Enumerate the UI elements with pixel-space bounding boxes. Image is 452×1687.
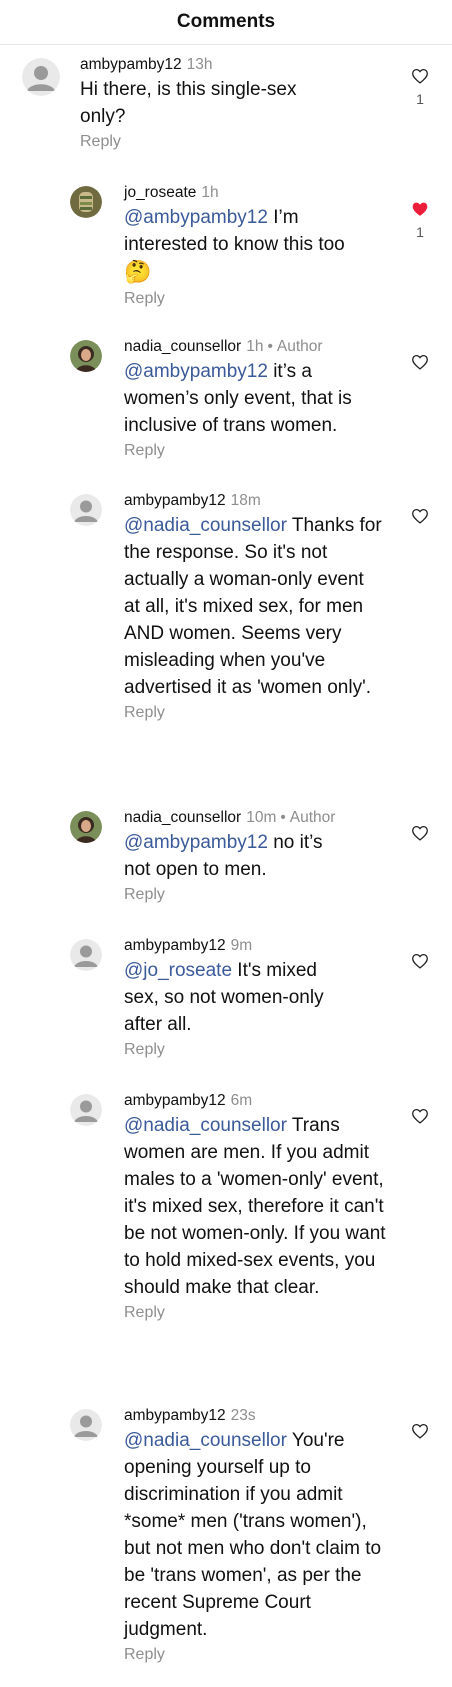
like-button[interactable] [410, 508, 430, 524]
comment-text: Hi there, is this single-sex only? [80, 76, 330, 130]
author-badge: Author [276, 338, 323, 355]
comment-item: jo_roseate 1h @ambypamby12 I’m interested… [0, 180, 452, 320]
author-avatar[interactable] [70, 340, 102, 372]
thinking-face-emoji: 🤔 [124, 259, 152, 284]
like-button[interactable] [410, 1423, 430, 1439]
meta-separator: • [280, 809, 286, 826]
meta-separator: • [267, 338, 273, 355]
author-badge: Author [289, 809, 336, 826]
like-button[interactable] [410, 354, 430, 370]
comment-body: Trans women are men. If you admit males … [124, 1115, 386, 1298]
comment-text: @nadia_counsellor Trans women are men. I… [124, 1112, 389, 1301]
comment-username[interactable]: nadia_counsellor [124, 338, 241, 355]
reply-button[interactable]: Reply [124, 287, 396, 311]
reply-button[interactable]: Reply [124, 701, 396, 725]
comments-header: Comments [0, 0, 452, 45]
mention-link[interactable]: @nadia_counsellor [124, 515, 287, 536]
comment-body: Hi there, is this single-sex only? [80, 79, 297, 127]
comment-text: @jo_roseate It's mixed sex, so not women… [124, 957, 354, 1038]
comment-item: ambypamby12 6m @nadia_counsellor Trans wo… [0, 1090, 452, 1390]
comment-time: 9m [230, 937, 253, 954]
reply-button[interactable]: Reply [124, 1301, 396, 1325]
reply-button[interactable]: Reply [124, 1038, 396, 1062]
comment-body: You're opening yourself up to discrimina… [124, 1430, 382, 1640]
heart-outline-icon [412, 825, 428, 841]
heart-outline-icon [412, 68, 428, 84]
like-button[interactable] [410, 953, 430, 969]
comment-time: 10m [246, 809, 277, 826]
like-button[interactable]: 1 [410, 68, 430, 107]
comment-username[interactable]: ambypamby12 [80, 56, 182, 73]
page-title: Comments [176, 11, 276, 32]
default-avatar-icon[interactable] [70, 1094, 102, 1126]
comment-text: @ambypamby12 no it’s not open to men. [124, 829, 354, 883]
like-count: 1 [416, 91, 424, 107]
like-count: 1 [416, 224, 424, 240]
default-avatar-icon[interactable] [70, 939, 102, 971]
comment-time: 18m [230, 492, 261, 509]
heart-outline-icon [412, 953, 428, 969]
comment-time: 1h [201, 184, 219, 201]
comment-time: 1h [246, 338, 264, 355]
author-avatar[interactable] [70, 811, 102, 843]
mention-link[interactable]: @ambypamby12 [124, 361, 268, 382]
heart-outline-icon [412, 354, 428, 370]
comment-username[interactable]: ambypamby12 [124, 492, 226, 509]
comment-time: 13h [186, 56, 213, 73]
comment-text: @ambypamby12 it’s a women’s only event, … [124, 358, 384, 439]
like-button[interactable] [410, 825, 430, 841]
default-avatar-icon[interactable] [22, 58, 60, 96]
like-button[interactable] [410, 1108, 430, 1124]
reply-button[interactable]: Reply [124, 883, 396, 907]
heart-outline-icon [412, 508, 428, 524]
reply-button[interactable]: Reply [124, 1643, 396, 1667]
reply-button[interactable]: Reply [80, 130, 396, 154]
comment-username[interactable]: ambypamby12 [124, 937, 226, 954]
comment-item: ambypamby12 13h Hi there, is this single-… [0, 50, 452, 160]
like-button[interactable]: 1 [410, 201, 430, 240]
heart-outline-icon [412, 1423, 428, 1439]
default-avatar-icon[interactable] [70, 1409, 102, 1441]
comment-text: @nadia_counsellor Thanks for the respons… [124, 512, 384, 701]
comment-item: ambypamby12 23s @nadia_counsellor You're … [0, 1405, 452, 1687]
default-avatar-icon[interactable] [70, 494, 102, 526]
comment-username[interactable]: nadia_counsellor [124, 809, 241, 826]
comment-username[interactable]: jo_roseate [124, 184, 196, 201]
comment-time: 6m [230, 1092, 253, 1109]
comment-time: 23s [230, 1407, 256, 1424]
mention-link[interactable]: @ambypamby12 [124, 832, 268, 853]
comment-item: nadia_counsellor 1h • Author @ambypamby12 i… [0, 336, 452, 476]
mention-link[interactable]: @nadia_counsellor [124, 1430, 287, 1451]
mention-link[interactable]: @ambypamby12 [124, 207, 268, 228]
heart-filled-icon [412, 202, 428, 216]
comment-item: ambypamby12 9m @jo_roseate It's mixed sex… [0, 935, 452, 1075]
reply-button[interactable]: Reply [124, 439, 396, 463]
comment-text: @nadia_counsellor You're opening yoursel… [124, 1427, 386, 1643]
comment-username[interactable]: ambypamby12 [124, 1407, 226, 1424]
mention-link[interactable]: @nadia_counsellor [124, 1115, 287, 1136]
avatar[interactable] [70, 186, 102, 218]
comment-text: @ambypamby12 I’m interested to know this… [124, 204, 384, 287]
mention-link[interactable]: @jo_roseate [124, 960, 232, 981]
comment-item: nadia_counsellor 10m • Author @ambypamby12 … [0, 807, 452, 917]
comment-body: Thanks for the response. So it's not act… [124, 515, 382, 698]
heart-outline-icon [412, 1108, 428, 1124]
comment-item: ambypamby12 18m @nadia_counsellor Thanks … [0, 490, 452, 790]
comment-username[interactable]: ambypamby12 [124, 1092, 226, 1109]
